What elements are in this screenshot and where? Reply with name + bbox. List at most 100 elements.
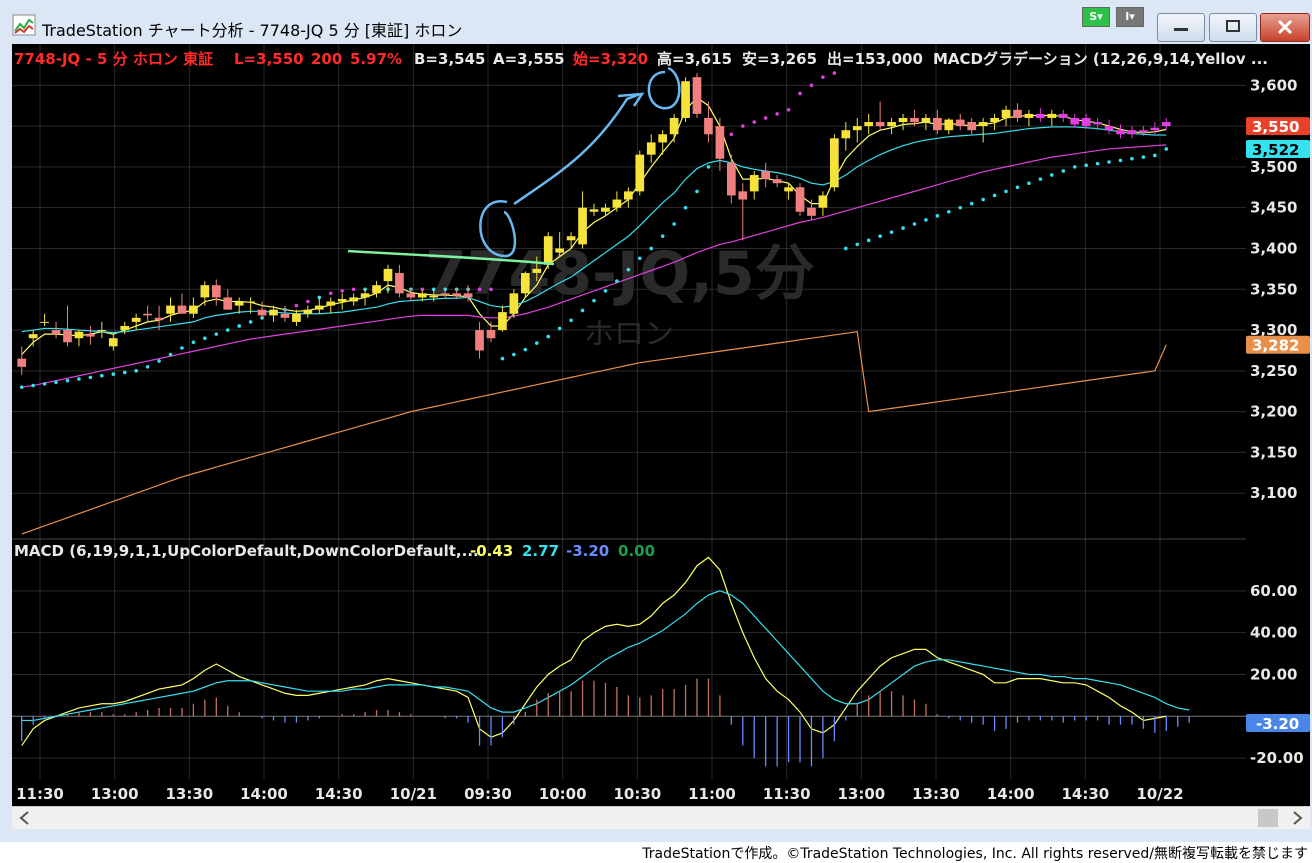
candle-body xyxy=(509,293,519,314)
candle-body xyxy=(772,179,782,184)
watermark-name: ホロン xyxy=(584,317,674,352)
header-volume: 出=153,000 xyxy=(827,50,923,68)
time-axis-label: 11:30 xyxy=(763,785,811,803)
close-button[interactable] xyxy=(1260,13,1310,42)
sar-dot xyxy=(1141,155,1146,159)
candle-body xyxy=(349,297,358,302)
header-low: 安=3,265 xyxy=(742,50,817,68)
time-axis-label: 14:00 xyxy=(987,785,1035,803)
candle-body xyxy=(738,191,748,200)
minimize-icon xyxy=(1174,28,1188,31)
candle-body xyxy=(955,119,965,127)
maximize-button[interactable] xyxy=(1209,13,1257,42)
sar-dot xyxy=(1027,181,1031,186)
sar-dot xyxy=(752,120,757,124)
header-high: 高=3,615 xyxy=(657,50,732,68)
scroll-left-icon[interactable] xyxy=(19,811,29,825)
candle-body xyxy=(337,299,347,302)
chart-canvas[interactable]: 7748-JQ,5分 ホロン 7748-JQ - 5 分 ホロン 東証 L=3,… xyxy=(12,44,1310,806)
price-axis-label: 3,500 xyxy=(1250,158,1297,176)
candle-body xyxy=(1070,117,1080,125)
sar-dot xyxy=(821,75,825,79)
header-change: 200 xyxy=(311,50,342,68)
macd-value: -0.43 xyxy=(470,542,513,560)
sar-dot xyxy=(134,369,138,373)
candle-body xyxy=(51,330,61,335)
horizontal-scrollbar[interactable] xyxy=(12,806,1310,829)
sar-dot xyxy=(1095,161,1100,166)
candle-body xyxy=(692,77,702,114)
sar-dot xyxy=(145,364,150,369)
watermark-symbol: 7748-JQ,5分 xyxy=(425,239,815,309)
time-axis-label: 11:30 xyxy=(16,785,64,803)
sar-dot xyxy=(1130,156,1134,161)
sar-dot xyxy=(981,197,985,202)
sar-dot xyxy=(844,246,848,251)
footer-copyright: TradeStationで作成。©TradeStation Technologi… xyxy=(642,846,1308,862)
candle-body xyxy=(807,207,816,216)
sar-dot xyxy=(477,287,482,292)
chart-area[interactable]: 7748-JQ,5分 ホロン 7748-JQ - 5 分 ホロン 東証 L=3,… xyxy=(12,44,1310,806)
candle-body xyxy=(486,330,496,339)
time-axis-label: 11:00 xyxy=(688,785,736,803)
candle-body xyxy=(498,312,507,331)
candle-body xyxy=(532,268,542,273)
sar-dot xyxy=(1050,173,1054,177)
header-pct: 5.97% xyxy=(350,50,402,68)
candle-body xyxy=(1047,113,1057,118)
candle-body xyxy=(1150,127,1160,131)
candle-body xyxy=(1139,130,1148,133)
candle-body xyxy=(1013,109,1022,118)
sar-dot xyxy=(924,218,928,222)
candle-body xyxy=(246,301,255,303)
macd-axis-label: 20.00 xyxy=(1250,665,1297,683)
candle-body xyxy=(475,330,484,351)
sar-dot xyxy=(763,116,768,120)
strategy-badge[interactable]: S▾ xyxy=(1082,7,1110,27)
macd-label: MACD (6,19,9,1,1,UpColorDefault,DownColo… xyxy=(14,542,479,560)
title-bar[interactable]: TradeStation チャート分析 - 7748-JQ 5 分 [東証] ホ… xyxy=(0,0,1312,42)
annotation-blue-curve xyxy=(513,92,641,206)
candle-body xyxy=(395,272,404,294)
candle-body xyxy=(234,301,244,306)
sar-dot xyxy=(866,238,871,243)
scroll-right-icon[interactable] xyxy=(1293,811,1303,825)
time-axis-label: 13:00 xyxy=(837,785,885,803)
header-last: L=3,550 xyxy=(234,50,304,68)
scroll-thumb[interactable] xyxy=(1258,809,1278,827)
candle-body xyxy=(440,293,450,295)
sar-dot xyxy=(1004,189,1008,194)
candle-body xyxy=(1036,113,1045,118)
candle-body xyxy=(830,138,839,188)
close-icon xyxy=(1277,19,1293,35)
header-symbol: 7748-JQ - 5 分 ホロン 東証 xyxy=(14,50,213,68)
candle-body xyxy=(1058,113,1068,118)
sar-dot xyxy=(592,298,596,303)
header-ask: A=3,555 xyxy=(493,50,565,68)
price-axis-label: 3,600 xyxy=(1250,76,1297,94)
sar-dot xyxy=(615,279,619,283)
header-bid: B=3,545 xyxy=(414,50,485,68)
sar-dot xyxy=(935,214,940,218)
candle-body xyxy=(944,119,954,131)
sar-dot xyxy=(203,336,207,341)
candle-body xyxy=(372,285,381,294)
minimize-button[interactable] xyxy=(1157,13,1205,42)
sar-dot xyxy=(580,308,585,313)
candle-body xyxy=(17,358,27,367)
macd-axis: 60.00 40.00 20.00 -20.00 -3.20 xyxy=(1246,582,1310,767)
time-axis-label: 14:00 xyxy=(240,785,288,803)
time-axis: 11:30 13:00 13:30 14:00 14:30 10/21 09:30 10:00… xyxy=(16,785,1183,803)
candle-body xyxy=(223,297,233,310)
price-axis: 3,6003,5503,5003,4503,4003,3503,3003,250… xyxy=(1246,76,1310,502)
price-tag-label: 3,522 xyxy=(1252,141,1299,159)
time-axis-label: 14:30 xyxy=(1061,785,1109,803)
candle-body xyxy=(623,191,633,200)
chart-grid xyxy=(12,44,1246,779)
candle-body xyxy=(578,207,587,245)
sar-dot xyxy=(1084,163,1088,168)
candle-body xyxy=(269,309,278,316)
sar-dot xyxy=(534,341,539,345)
indicator-badge[interactable]: I▾ xyxy=(1116,7,1144,27)
candle-body xyxy=(429,295,439,298)
